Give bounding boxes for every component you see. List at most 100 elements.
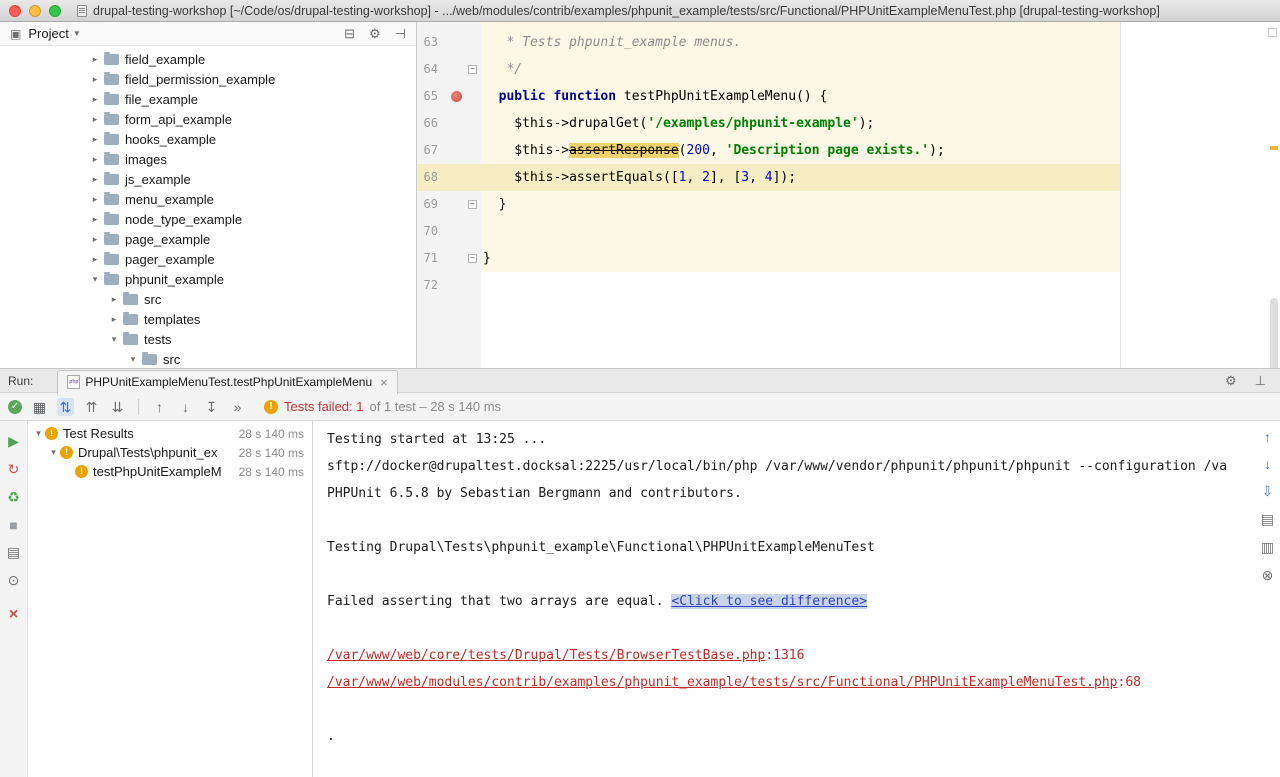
project-tree-item-menu_example[interactable]: ▸menu_example: [0, 189, 416, 209]
code-line-64[interactable]: */: [481, 56, 1280, 83]
gutter-line-69[interactable]: 69−: [417, 191, 481, 218]
test-tree-item[interactable]: ▾!Drupal\Tests\phpunit_ex28 s 140 ms: [28, 443, 312, 462]
code-line-66[interactable]: $this->drupalGet('/examples/phpunit-exam…: [481, 110, 1280, 137]
project-tree-item-hooks_example[interactable]: ▸hooks_example: [0, 129, 416, 149]
project-tree-item-phpunit_example[interactable]: ▾phpunit_example: [0, 269, 416, 289]
test-tree-item[interactable]: !testPhpUnitExampleM28 s 140 ms: [28, 462, 312, 481]
chevron-right-icon[interactable]: ▸: [88, 54, 102, 65]
close-icon[interactable]: ×: [5, 606, 23, 624]
next-failed-test-icon[interactable]: ↓: [177, 398, 194, 416]
fold-region-icon[interactable]: −: [468, 254, 477, 263]
chevron-right-icon[interactable]: ▸: [88, 254, 102, 265]
inspection-indicator-icon[interactable]: [1268, 28, 1277, 37]
fold-region-icon[interactable]: −: [468, 200, 477, 209]
navigate-down-icon[interactable]: ↓: [1264, 456, 1271, 472]
gutter-line-66[interactable]: 66: [417, 110, 481, 137]
gutter-line-65[interactable]: 65: [417, 83, 481, 110]
project-tree-item-tests[interactable]: ▾tests: [0, 329, 416, 349]
rerun-failed-tests-icon[interactable]: ↻: [5, 461, 23, 478]
close-window-button[interactable]: [9, 5, 21, 17]
chevron-down-icon[interactable]: ▾: [126, 354, 140, 365]
print-icon[interactable]: ▥: [1261, 539, 1274, 556]
rerun-icon[interactable]: ▶: [5, 433, 23, 450]
import-test-results-icon[interactable]: ↧: [203, 398, 220, 416]
minimize-window-button[interactable]: [29, 5, 41, 17]
code-line-67[interactable]: $this->assertResponse(200, 'Description …: [481, 137, 1280, 164]
hide-panel-icon[interactable]: ⊥: [1255, 373, 1266, 389]
failed-test-gutter-icon[interactable]: [451, 91, 462, 102]
chevron-right-icon[interactable]: ▸: [107, 314, 121, 325]
project-tree-item-images[interactable]: ▸images: [0, 149, 416, 169]
project-tree-item-src[interactable]: ▾src: [0, 349, 416, 369]
project-tree-item-form_api_example[interactable]: ▸form_api_example: [0, 109, 416, 129]
project-tree-item-field_example[interactable]: ▸field_example: [0, 49, 416, 69]
fold-region-icon[interactable]: −: [468, 65, 477, 74]
project-tree-item-file_example[interactable]: ▸file_example: [0, 89, 416, 109]
console-link[interactable]: /var/www/web/modules/contrib/examples/ph…: [327, 675, 1118, 690]
run-tab[interactable]: php PHPUnitExampleMenuTest.testPhpUnitEx…: [57, 370, 397, 394]
clear-console-icon[interactable]: ⊗: [1262, 567, 1274, 584]
toggle-auto-test-icon[interactable]: ♻: [5, 489, 23, 506]
chevron-down-icon[interactable]: ▾: [32, 428, 45, 439]
show-ignored-icon[interactable]: ▦: [31, 398, 48, 416]
chevron-right-icon[interactable]: ▸: [88, 194, 102, 205]
code-line-65[interactable]: public function testPhpUnitExampleMenu()…: [481, 83, 1280, 110]
export-results-icon[interactable]: ⇩: [1262, 483, 1274, 500]
chevron-right-icon[interactable]: ▸: [88, 214, 102, 225]
console-link[interactable]: <Click to see difference>: [671, 594, 867, 609]
chevron-right-icon[interactable]: ▸: [88, 234, 102, 245]
restore-layout-icon[interactable]: ▤: [5, 544, 23, 561]
chevron-down-icon[interactable]: ▼: [73, 29, 81, 38]
code-line-70[interactable]: [481, 218, 1280, 245]
warning-stripe-mark[interactable]: [1270, 146, 1278, 150]
test-tree-item[interactable]: ▾!Test Results28 s 140 ms: [28, 424, 312, 443]
gutter-line-72[interactable]: 72: [417, 272, 481, 299]
chevron-down-icon[interactable]: ▾: [88, 274, 102, 285]
code-line-69[interactable]: }: [481, 191, 1280, 218]
chevron-right-icon[interactable]: ▸: [88, 154, 102, 165]
hide-panel-icon[interactable]: ⊣: [395, 26, 406, 42]
settings-gear-icon[interactable]: ⚙: [369, 26, 381, 42]
settings-gear-icon[interactable]: ⚙: [1225, 373, 1237, 389]
pin-tab-icon[interactable]: ⊙: [5, 572, 23, 589]
chevron-right-icon[interactable]: ▸: [88, 94, 102, 105]
gutter-line-70[interactable]: 70: [417, 218, 481, 245]
sort-alphabetically-icon[interactable]: ⇅: [57, 398, 74, 416]
expand-all-icon[interactable]: ⇈: [83, 398, 100, 416]
chevron-right-icon[interactable]: ▸: [88, 74, 102, 85]
chevron-right-icon[interactable]: ▸: [88, 114, 102, 125]
project-tree-item-page_example[interactable]: ▸page_example: [0, 229, 416, 249]
chevron-right-icon[interactable]: ▸: [88, 174, 102, 185]
chevron-right-icon[interactable]: ▸: [107, 294, 121, 305]
editor-scrollbar[interactable]: [1270, 298, 1278, 368]
chevron-down-icon[interactable]: ▾: [107, 334, 121, 345]
code-line-63[interactable]: * Tests phpunit_example menus.: [481, 29, 1280, 56]
collapse-all-icon[interactable]: ⇊: [109, 398, 126, 416]
gutter-line-63[interactable]: 63: [417, 29, 481, 56]
more-options-icon[interactable]: »: [229, 398, 246, 416]
close-tab-icon[interactable]: ×: [380, 375, 388, 390]
project-tree-item-src[interactable]: ▸src: [0, 289, 416, 309]
previous-failed-test-icon[interactable]: ↑: [151, 398, 168, 416]
collapse-all-icon[interactable]: ⊟: [344, 26, 355, 42]
code-editor[interactable]: 6364−6566676869−7071−72 * Tests phpunit_…: [417, 22, 1280, 368]
show-passed-icon[interactable]: ✓: [8, 400, 22, 414]
open-results-icon[interactable]: ▤: [1261, 511, 1274, 528]
project-tree-item-pager_example[interactable]: ▸pager_example: [0, 249, 416, 269]
navigate-up-icon[interactable]: ↑: [1264, 429, 1271, 445]
gutter-line-71[interactable]: 71−: [417, 245, 481, 272]
gutter-line-64[interactable]: 64−: [417, 56, 481, 83]
project-panel-title[interactable]: Project: [28, 26, 68, 41]
project-tree-item-field_permission_example[interactable]: ▸field_permission_example: [0, 69, 416, 89]
code-line-71[interactable]: }: [481, 245, 1280, 272]
run-console[interactable]: Testing started at 13:25 ...sftp://docke…: [313, 421, 1255, 777]
gutter-line-67[interactable]: 67: [417, 137, 481, 164]
project-tree-item-templates[interactable]: ▸templates: [0, 309, 416, 329]
console-link[interactable]: /var/www/web/core/tests/Drupal/Tests/Bro…: [327, 648, 765, 663]
stop-icon[interactable]: ■: [5, 517, 23, 533]
zoom-window-button[interactable]: [49, 5, 61, 17]
project-tree-item-js_example[interactable]: ▸js_example: [0, 169, 416, 189]
chevron-right-icon[interactable]: ▸: [88, 134, 102, 145]
chevron-down-icon[interactable]: ▾: [47, 447, 60, 458]
gutter-line-68[interactable]: 68: [417, 164, 481, 191]
